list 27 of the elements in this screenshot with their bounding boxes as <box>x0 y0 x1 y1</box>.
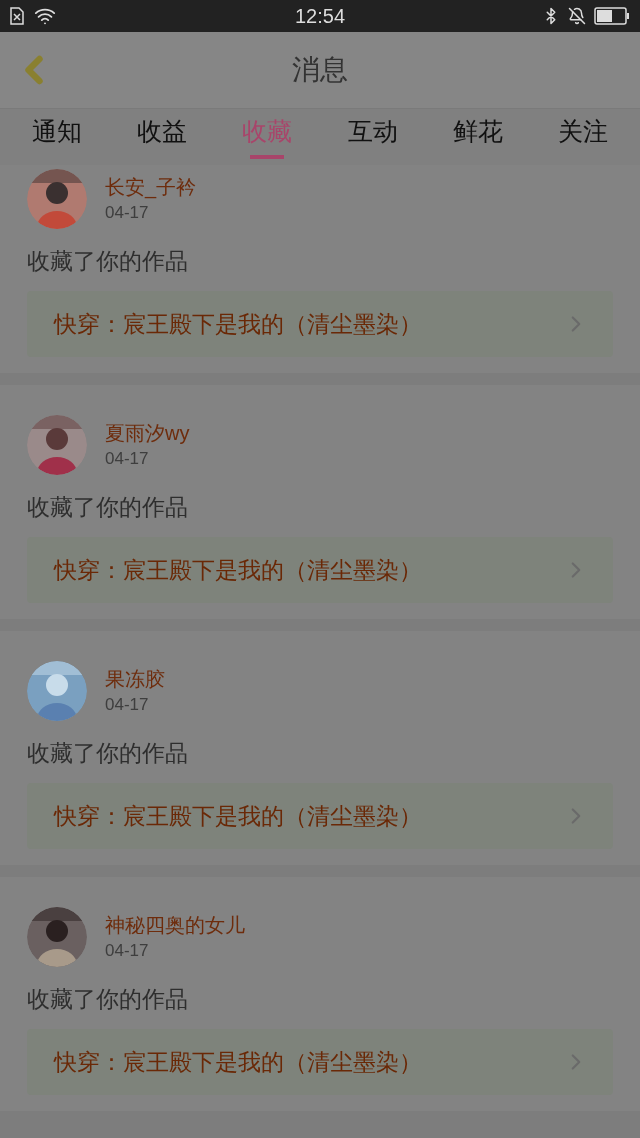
message-date: 04-17 <box>105 448 150 470</box>
clock: 12:54 <box>293 4 347 29</box>
book-link[interactable]: 快穿：宸王殿下是我的（清尘墨染） <box>27 1029 613 1095</box>
message-text: 收藏了你的作品 <box>27 739 189 768</box>
tab[interactable]: 互动 <box>320 109 426 165</box>
book-link[interactable]: 快穿：宸王殿下是我的（清尘墨染） <box>27 537 613 603</box>
message-date: 04-17 <box>105 202 150 224</box>
user-name[interactable]: 夏雨汐wy <box>105 419 190 447</box>
tab[interactable]: 关注 <box>530 109 636 165</box>
page-title: 消息 <box>291 53 349 87</box>
no-sim-icon <box>10 7 24 25</box>
user-name[interactable]: 神秘四奥的女儿 <box>105 911 245 939</box>
message-text: 收藏了你的作品 <box>27 985 189 1014</box>
tab[interactable]: 鲜花 <box>425 109 531 165</box>
user-name[interactable]: 果冻胶 <box>105 665 165 693</box>
book-link[interactable]: 快穿：宸王殿下是我的（清尘墨染） <box>27 291 613 357</box>
tab[interactable]: 收藏 <box>214 109 320 165</box>
battery-icon <box>594 7 630 25</box>
message-text: 收藏了你的作品 <box>27 247 189 276</box>
tab[interactable]: 通知 <box>4 109 110 165</box>
user-name[interactable]: 长安_子衿 <box>105 173 197 201</box>
bell-off-icon <box>568 7 586 25</box>
tab[interactable]: 收益 <box>109 109 215 165</box>
message-date: 04-17 <box>105 694 150 716</box>
message-date: 04-17 <box>105 940 150 962</box>
message-text: 收藏了你的作品 <box>27 493 189 522</box>
book-link[interactable]: 快穿：宸王殿下是我的（清尘墨染） <box>27 783 613 849</box>
